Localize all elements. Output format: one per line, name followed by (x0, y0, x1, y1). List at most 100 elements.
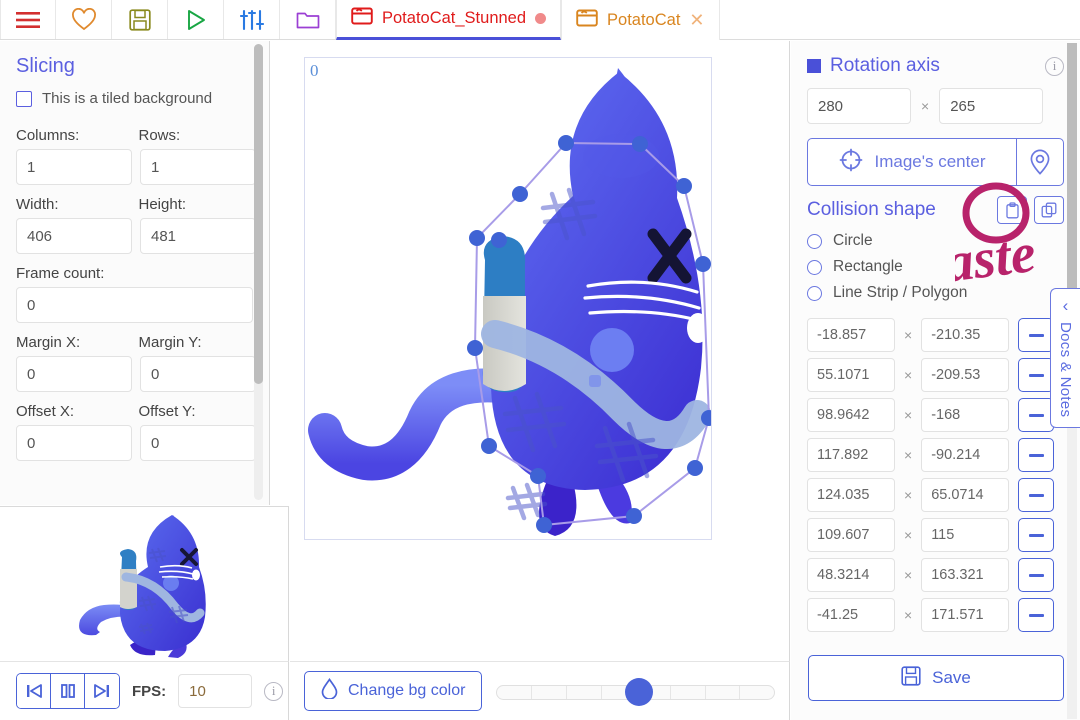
fps-input[interactable] (178, 674, 253, 708)
timeline-cell[interactable] (671, 686, 706, 699)
tab-label: PotatoCat (607, 10, 681, 29)
open-folder-icon[interactable] (280, 0, 336, 39)
rows-input[interactable] (140, 149, 256, 185)
heart-icon[interactable] (56, 0, 112, 39)
frame-timeline[interactable] (496, 676, 775, 706)
point-y-input[interactable] (921, 558, 1010, 592)
collision-option-line-strip-polygon[interactable]: Line Strip / Polygon (807, 284, 1064, 302)
point-separator: × (904, 327, 913, 343)
collision-shape-header: Collision shape (807, 196, 1064, 224)
rotation-axis-x-input[interactable] (807, 88, 911, 124)
columns-label: Columns: (16, 127, 80, 144)
sprite-and-collision-overlay[interactable] (305, 58, 712, 540)
tab-potatocat-stunned[interactable]: PotatoCat_Stunned (336, 0, 562, 40)
point-y-input[interactable] (921, 398, 1010, 432)
point-y-input[interactable] (921, 318, 1010, 352)
collision-option-circle[interactable]: Circle (807, 232, 1064, 250)
tiled-background-checkbox[interactable] (16, 90, 32, 107)
save-icon[interactable] (112, 0, 168, 39)
tab-close-icon[interactable]: ✕ (689, 11, 704, 29)
skip-to-end-button[interactable] (85, 674, 119, 708)
menu-icon[interactable] (0, 0, 56, 39)
point-x-input[interactable] (807, 558, 895, 592)
margin-x-input[interactable] (16, 356, 132, 392)
circle-radio[interactable] (807, 233, 822, 249)
point-x-input[interactable] (807, 598, 895, 632)
remove-point-button[interactable] (1018, 558, 1055, 592)
rotation-axis-swatch (807, 59, 821, 73)
remove-point-button[interactable] (1018, 518, 1055, 552)
remove-point-button[interactable] (1018, 358, 1055, 392)
skip-to-start-button[interactable] (17, 674, 51, 708)
fps-label: FPS: (132, 682, 167, 700)
tab-file-icon (576, 8, 598, 33)
timeline-handle[interactable] (624, 678, 653, 706)
margin-labels: Margin X: Margin Y: (16, 334, 253, 351)
image-center-button[interactable]: Image's center (807, 138, 1016, 186)
remove-point-button[interactable] (1018, 598, 1055, 632)
margin-y-input[interactable] (140, 356, 256, 392)
width-label: Width: (16, 196, 59, 213)
frame-count-input[interactable] (16, 287, 253, 323)
collision-point-row: × (807, 518, 1064, 552)
left-panel-scrollbar[interactable] (254, 44, 263, 500)
timeline-cell[interactable] (567, 686, 602, 699)
rotation-axis-title: Rotation axis (830, 55, 940, 76)
timeline-cell[interactable] (706, 686, 741, 699)
point-y-input[interactable] (921, 358, 1010, 392)
copy-collision-shape-button[interactable] (1034, 196, 1064, 224)
point-x-input[interactable] (807, 398, 895, 432)
line-strip-polygon-radio[interactable] (807, 285, 822, 301)
collision-option-rectangle[interactable]: Rectangle (807, 258, 1064, 276)
point-y-input[interactable] (921, 438, 1010, 472)
columns-rows-inputs (16, 149, 256, 185)
change-bg-color-button[interactable]: Change bg color (304, 671, 483, 711)
tiled-background-label: This is a tiled background (42, 90, 213, 107)
docs-and-notes-tab[interactable]: ‹ Docs & Notes (1050, 288, 1080, 428)
pick-axis-location-button[interactable] (1016, 138, 1064, 186)
sprite-canvas[interactable]: 0 (304, 57, 712, 540)
offset-x-input[interactable] (16, 425, 132, 461)
toolbar-spacer (719, 0, 1080, 39)
point-x-input[interactable] (807, 318, 895, 352)
point-x-input[interactable] (807, 518, 895, 552)
columns-input[interactable] (16, 149, 132, 185)
tiled-background-row[interactable]: This is a tiled background (16, 90, 253, 107)
axis-separator: × (921, 98, 930, 114)
remove-point-button[interactable] (1018, 438, 1055, 472)
timeline-cell[interactable] (497, 686, 533, 699)
point-separator: × (904, 487, 913, 503)
fps-info-icon[interactable]: i (264, 681, 284, 701)
rotation-axis-info-icon[interactable]: i (1045, 56, 1064, 76)
play-icon[interactable] (168, 0, 224, 39)
point-separator: × (904, 607, 913, 623)
point-x-input[interactable] (807, 438, 895, 472)
save-button[interactable]: Save (808, 655, 1064, 701)
timeline-cell[interactable] (532, 686, 567, 699)
point-y-input[interactable] (921, 598, 1010, 632)
timeline-cell[interactable] (740, 686, 774, 699)
point-y-input[interactable] (921, 518, 1010, 552)
pause-button[interactable] (51, 674, 85, 708)
remove-point-button[interactable] (1018, 318, 1055, 352)
remove-point-button[interactable] (1018, 398, 1055, 432)
width-height-labels: Width: Height: (16, 196, 253, 213)
collision-point-row: × (807, 558, 1064, 592)
height-input[interactable] (140, 218, 256, 254)
paste-collision-shape-button[interactable] (997, 196, 1027, 224)
collision-point-list: × × × × (807, 318, 1064, 632)
remove-point-button[interactable] (1018, 478, 1055, 512)
tab-strip: PotatoCat_Stunned PotatoCat ✕ (336, 0, 720, 40)
point-x-input[interactable] (807, 358, 895, 392)
tab-label: PotatoCat_Stunned (382, 9, 527, 27)
settings-sliders-icon[interactable] (224, 0, 280, 39)
width-input[interactable] (16, 218, 132, 254)
rotation-axis-y-input[interactable] (939, 88, 1044, 124)
docs-and-notes-label: Docs & Notes (1057, 322, 1074, 418)
point-x-input[interactable] (807, 478, 895, 512)
rectangle-radio[interactable] (807, 259, 822, 275)
tab-potatocat[interactable]: PotatoCat ✕ (561, 0, 720, 40)
point-separator: × (904, 367, 913, 383)
point-y-input[interactable] (921, 478, 1010, 512)
offset-y-input[interactable] (140, 425, 256, 461)
